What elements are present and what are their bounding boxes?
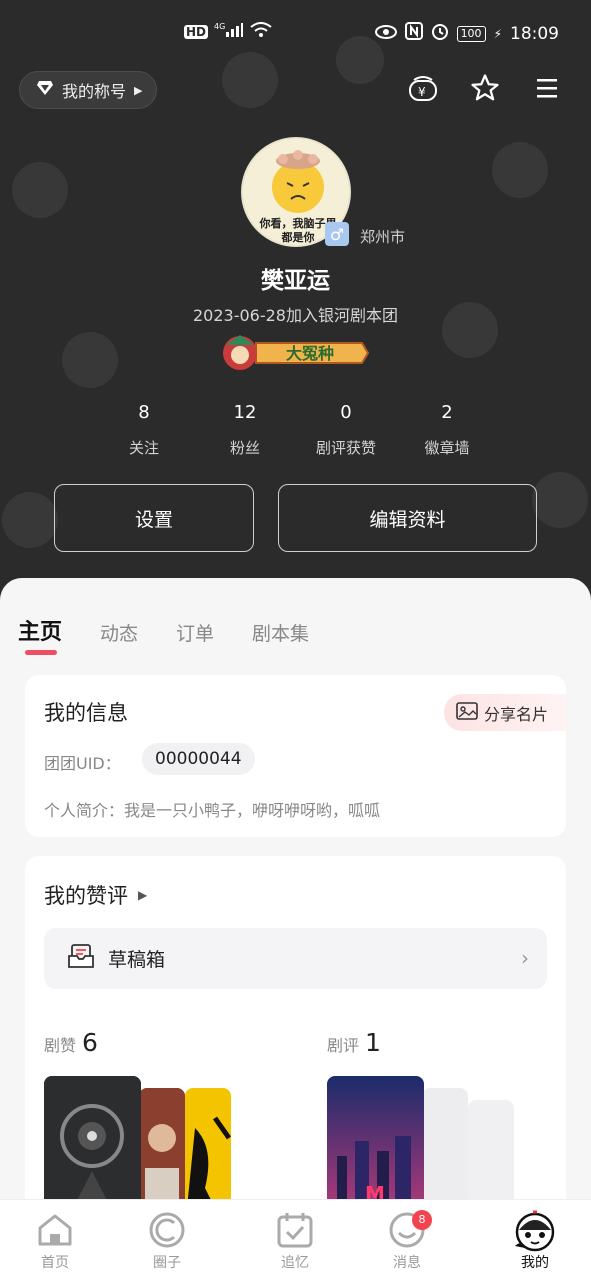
nav-mine[interactable]: 我的: [495, 1208, 575, 1272]
status-bar: HD 4G 100 ⚡ 18:09: [0, 0, 591, 66]
nav-messages[interactable]: 消息 8: [367, 1208, 447, 1272]
avatar-caption-2: 都是你: [281, 230, 315, 244]
my-title-label: 我的称号: [62, 82, 127, 101]
mascot-icon: [495, 1208, 575, 1252]
reviews-label: 剧评: [327, 1036, 360, 1055]
triangle-right-icon: ▶: [138, 888, 148, 902]
clock-time: 18:09: [510, 23, 559, 44]
triangle-right-icon: ▶: [134, 83, 143, 97]
active-tab-indicator: [25, 650, 57, 655]
script-likes-count: 6: [82, 1028, 98, 1057]
nav-home[interactable]: 首页: [15, 1208, 95, 1272]
drafts-label: 草稿箱: [108, 949, 166, 971]
charging-icon: ⚡: [493, 26, 502, 41]
tab-orders[interactable]: 订单: [176, 619, 214, 646]
nav-messages-label: 消息: [393, 1255, 421, 1271]
battery-indicator: 100: [456, 25, 486, 42]
nav-memories[interactable]: 追忆: [255, 1208, 335, 1272]
nfc-icon: [404, 22, 423, 45]
signal-icon: 4G: [214, 22, 244, 41]
my-title-button[interactable]: 我的称号 ▶: [19, 71, 158, 109]
male-icon: ♂: [325, 222, 349, 246]
liked-poster-1[interactable]: [44, 1076, 141, 1216]
uid-value[interactable]: 00000044: [142, 743, 255, 775]
menu-icon[interactable]: [531, 72, 563, 104]
reviews-count: 1: [365, 1028, 381, 1057]
eye-icon: [374, 24, 397, 44]
tab-activity[interactable]: 动态: [100, 619, 138, 646]
my-info-card: 我的信息 分享名片 团团UID： 00000044 个人简介：我是一只小鸭子，咿…: [25, 675, 566, 837]
my-likes-card: 我的赞评 ▶ 草稿箱 › 剧赞 6 剧评 1 M: [25, 856, 566, 1216]
settings-button[interactable]: 设置: [54, 484, 254, 552]
reviews-counter[interactable]: 剧评 1: [327, 1028, 381, 1057]
message-icon: [367, 1208, 447, 1252]
drafts-icon: [68, 944, 94, 973]
share-card-button[interactable]: 分享名片: [444, 694, 566, 731]
drafts-box-button[interactable]: 草稿箱 ›: [44, 928, 547, 989]
my-likes-header[interactable]: 我的赞评 ▶: [44, 880, 147, 910]
nav-home-label: 首页: [41, 1255, 69, 1271]
uid-label: 团团UID：: [44, 754, 121, 773]
nav-circle-label: 圈子: [153, 1255, 181, 1271]
placeholder-poster-1: [422, 1088, 468, 1216]
alarm-icon: [431, 22, 449, 45]
badge-text: 大冤种: [286, 344, 334, 363]
unread-badge: 8: [412, 1210, 432, 1230]
svg-text:¥: ¥: [418, 85, 426, 99]
script-likes-label: 剧赞: [44, 1036, 77, 1055]
nav-memories-label: 追忆: [281, 1255, 309, 1271]
script-likes-counter[interactable]: 剧赞 6: [44, 1028, 98, 1057]
image-card-icon: [456, 701, 478, 725]
liked-poster-2[interactable]: [139, 1088, 185, 1216]
signal-indicators: HD 4G: [184, 22, 272, 41]
svg-text:4G: 4G: [214, 22, 225, 31]
bio-text: 个人简介：我是一只小鸭子，咿呀咿呀哟，呱呱: [44, 801, 381, 820]
reviewed-poster-1[interactable]: M: [327, 1076, 424, 1216]
wallet-icon[interactable]: ¥: [407, 72, 439, 104]
my-info-title: 我的信息: [44, 701, 128, 725]
stat-badge-wall[interactable]: 2 徽章墙: [387, 402, 507, 458]
my-likes-title: 我的赞评: [44, 884, 128, 908]
hd-icon: HD: [184, 24, 209, 39]
diamond-icon: [36, 80, 54, 100]
nav-circle[interactable]: 圈子: [127, 1208, 207, 1272]
edit-profile-button[interactable]: 编辑资料: [278, 484, 537, 552]
city-label: 郑州市: [360, 228, 406, 246]
profile-tabs: 主页 动态 订单 剧本集: [18, 614, 309, 646]
star-icon[interactable]: [469, 72, 501, 104]
username: 樊亚运: [261, 268, 330, 294]
liked-poster-3[interactable]: [185, 1088, 231, 1216]
wifi-icon: [250, 22, 272, 41]
chevron-right-icon: ›: [521, 946, 529, 970]
nav-mine-label: 我的: [521, 1255, 549, 1271]
tab-script-collection[interactable]: 剧本集: [252, 619, 309, 646]
home-icon: [15, 1208, 95, 1252]
stat-badge-wall-label: 徽章墙: [424, 439, 470, 457]
tab-home[interactable]: 主页: [18, 614, 62, 646]
status-indicators: 100 ⚡ 18:09: [374, 22, 559, 45]
share-card-label: 分享名片: [484, 704, 549, 724]
profile-header: HD 4G 100 ⚡ 18:09 我的称号 ▶ ¥ 你看，我脑子里 都是你 ♂…: [0, 0, 591, 610]
stat-badge-wall-count: 2: [441, 402, 453, 423]
title-badge[interactable]: 大冤种: [220, 333, 370, 373]
header-actions: ¥: [407, 72, 563, 104]
join-date: 2023-06-28加入银河剧本团: [193, 306, 398, 325]
bottom-nav: 首页 圈子 追忆 消息 8 我的: [0, 1199, 591, 1280]
circle-icon: [127, 1208, 207, 1252]
calendar-icon: [255, 1208, 335, 1252]
